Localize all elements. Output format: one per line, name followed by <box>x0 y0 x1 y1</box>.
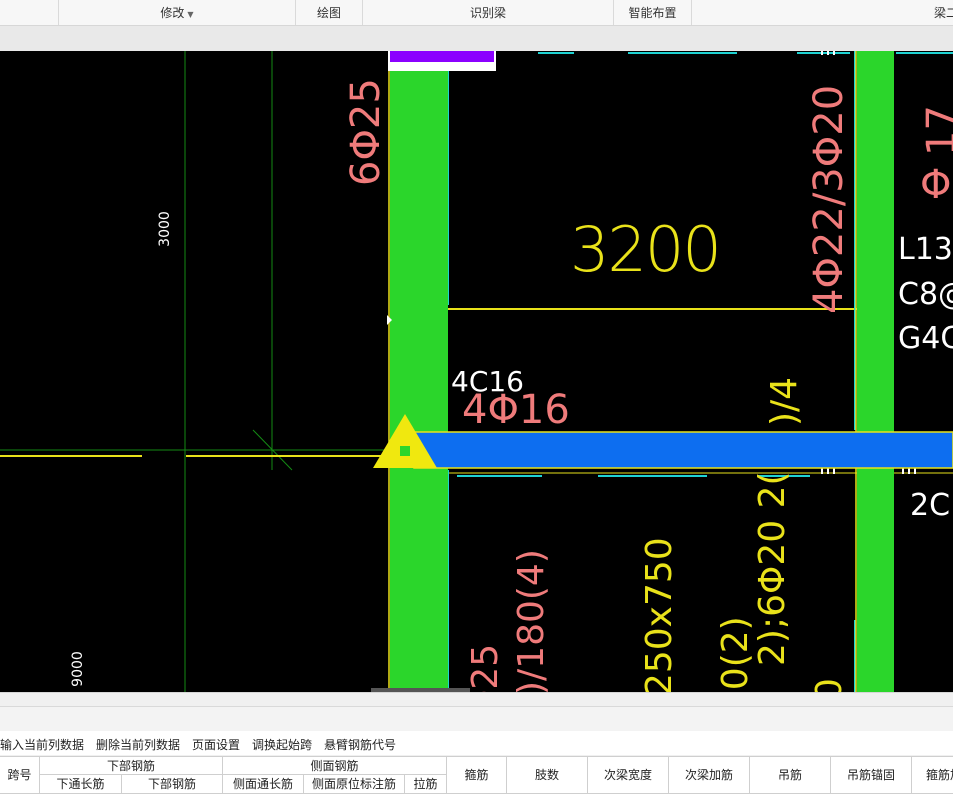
col-secondary-width[interactable]: 次梁宽度 <box>588 757 669 794</box>
selected-beam <box>413 431 953 469</box>
annot-vertical-c: 2);6Φ20 2( <box>752 471 793 666</box>
ribbon-group-smart-layout-label: 智能布置 <box>628 6 677 20</box>
col-legs[interactable]: 肢数 <box>507 757 588 794</box>
annot-span-length: 3200 <box>570 213 722 286</box>
beam-table-header: 跨号 下部钢筋 下通长筋 下部钢筋 侧面钢筋 侧面通长筋 侧面原位标注筋 拉筋 … <box>0 756 953 794</box>
table-toolbar: 输入当前列数据 删除当前列数据 页面设置 调换起始跨 悬臂钢筋代号 <box>0 731 953 755</box>
annot-slash4: )/4 <box>764 376 805 426</box>
annot-side-reinf: 4Φ22/3Φ20 <box>806 84 852 314</box>
ribbon-group-identify-beam[interactable]: 识别梁 <box>362 0 613 25</box>
annot-side-code: G4C <box>898 321 953 356</box>
col-bottom-through[interactable]: 下通长筋 <box>40 775 122 794</box>
annot-vertical-b: 200(2) <box>715 616 756 692</box>
ribbon-group-beam-secondary-edit[interactable]: 梁二次编辑 <box>691 0 953 25</box>
annot-vertical-d: 0 <box>809 678 850 692</box>
ribbon-group-draw[interactable]: 绘图 <box>295 0 362 25</box>
dim-text-3000: 3000 <box>157 211 173 247</box>
cantilever-rebar-code-button[interactable]: 悬臂钢筋代号 <box>324 736 396 753</box>
annot-stirrup-code: C8@ <box>898 277 953 312</box>
col-bottom-rebar[interactable]: 下部钢筋 <box>122 775 223 794</box>
drawing-tab-strip <box>0 26 953 51</box>
beam-grip-point <box>400 446 410 456</box>
annot-red-code: 4Φ16 <box>462 387 570 433</box>
dim-text-9000: 9000 <box>70 651 86 687</box>
ribbon-group-beam-secondary-edit-label: 梁二次编辑 <box>933 6 953 20</box>
col-stirrup-add[interactable]: 箍筋加密 <box>912 757 953 794</box>
annot-partial-phi: Φ <box>920 162 952 208</box>
column-left <box>390 51 448 692</box>
panel-splitter[interactable] <box>0 706 953 731</box>
annot-two-c: 2C <box>910 488 951 523</box>
ribbon-group-smart-layout[interactable]: 智能布置 <box>613 0 691 25</box>
col-group-side: 侧面钢筋 <box>223 757 447 775</box>
ribbon-group-bar: 修改▼ 绘图 识别梁 智能布置 梁二次编辑 <box>0 0 953 26</box>
delete-current-column-button[interactable]: 删除当前列数据 <box>96 736 180 753</box>
annot-vertical-left2: )/180(4) <box>511 549 552 692</box>
swap-start-span-button[interactable]: 调换起始跨 <box>252 736 312 753</box>
ribbon-group-identify-beam-label: 识别梁 <box>469 6 506 20</box>
annot-vertical-a: 1)250x750 <box>639 537 680 692</box>
annot-vertical-left: Φ25 <box>465 643 506 692</box>
col-tie[interactable]: 拉筋 <box>405 775 447 794</box>
col-side-original[interactable]: 侧面原位标注筋 <box>304 775 405 794</box>
ribbon-group-modify-label: 修改 <box>160 6 185 20</box>
cad-canvas[interactable]: 3000 9000 6Φ25 3200 4Φ22/3Φ20 17 Φ L13 C… <box>0 51 953 692</box>
col-hanger[interactable]: 吊筋 <box>750 757 831 794</box>
input-current-column-button[interactable]: 输入当前列数据 <box>0 736 84 753</box>
col-hanger-anchor[interactable]: 吊筋锚固 <box>831 757 912 794</box>
purple-bar <box>390 51 494 62</box>
col-span-no[interactable]: 跨号 <box>0 757 40 794</box>
col-stirrup[interactable]: 箍筋 <box>447 757 507 794</box>
annot-beam-name: L13 <box>898 232 953 267</box>
page-setup-button[interactable]: 页面设置 <box>192 736 240 753</box>
chevron-down-icon[interactable]: ▼ <box>187 10 193 19</box>
col-secondary-add[interactable]: 次梁加筋 <box>669 757 750 794</box>
ribbon-group-draw-label: 绘图 <box>316 6 341 20</box>
column-right <box>857 51 894 692</box>
col-side-through[interactable]: 侧面通长筋 <box>223 775 304 794</box>
annot-top-reinf: 6Φ25 <box>343 78 389 186</box>
col-group-bottom: 下部钢筋 <box>40 757 223 775</box>
annot-partial-top: 17 <box>919 105 953 156</box>
ribbon-group-modify[interactable]: 修改 ▼ <box>58 0 295 25</box>
canvas-horizontal-scrollbar[interactable] <box>0 692 953 707</box>
